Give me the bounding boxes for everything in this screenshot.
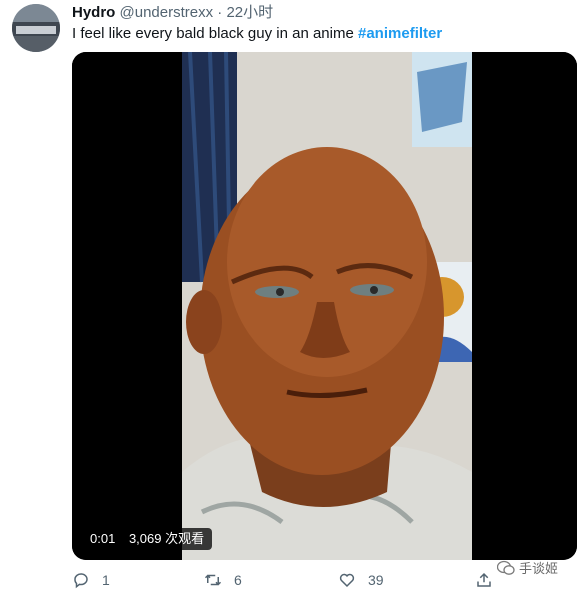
avatar-image — [12, 4, 60, 52]
retweet-count: 6 — [234, 572, 242, 588]
watermark-text: 手谈姬 — [519, 561, 559, 576]
reply-button[interactable]: 1 — [72, 568, 110, 592]
video-duration: 0:01 — [90, 531, 116, 546]
video-stats-badge: 0:01 3,069 次观看 — [82, 528, 213, 550]
author-name[interactable]: Hydro — [72, 4, 115, 21]
video-frame — [72, 52, 577, 560]
share-icon — [477, 572, 491, 587]
tweet-header: Hydro @understrexx · 22小时 — [72, 4, 273, 22]
hashtag-link[interactable]: #animefilter — [358, 25, 442, 42]
like-count: 39 — [368, 572, 384, 588]
like-icon — [339, 573, 355, 588]
watermark: 手谈姬 — [497, 558, 558, 577]
video-views: 3,069 次观看 — [128, 531, 205, 546]
reply-count: 1 — [102, 572, 110, 588]
wechat-icon — [497, 560, 515, 575]
tweet-time[interactable]: 22小时 — [226, 4, 273, 21]
retweet-icon — [204, 574, 222, 586]
header-separator: · — [217, 4, 223, 21]
tweet-body: I feel like every bald black guy in an a… — [72, 25, 354, 42]
share-button[interactable] — [475, 568, 493, 592]
retweet-button[interactable]: 6 — [204, 568, 242, 592]
video-player[interactable]: 0:01 3,069 次观看 — [72, 52, 577, 560]
avatar[interactable] — [12, 4, 60, 52]
reply-icon — [74, 573, 88, 589]
like-button[interactable]: 39 — [338, 568, 384, 592]
tweet-text: I feel like every bald black guy in an a… — [72, 25, 442, 43]
author-handle[interactable]: @understrexx — [120, 4, 214, 21]
